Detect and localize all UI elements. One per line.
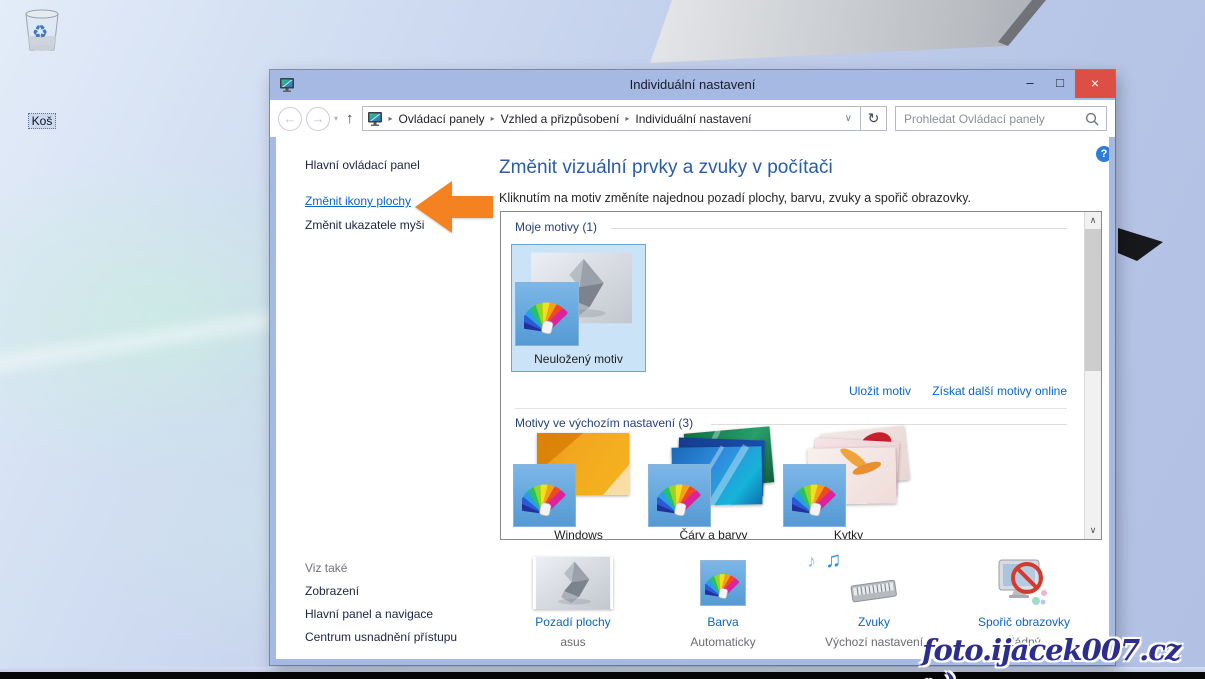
minimize-button[interactable]: – [1015, 70, 1045, 98]
recent-pages-caret-icon[interactable]: ▾ [334, 114, 338, 123]
theme-color-icon [515, 282, 579, 346]
group-divider [711, 424, 1067, 425]
sounds-label: Zvuky [799, 615, 949, 629]
search-icon [1085, 112, 1099, 126]
color-icon [700, 560, 746, 606]
back-button[interactable]: ← [278, 107, 302, 131]
page-title: Změnit vizuální prvky a zvuky v počítači [499, 157, 833, 179]
search-input[interactable] [896, 112, 1078, 126]
scrollbar[interactable]: ∧ ∨ [1084, 212, 1101, 539]
theme-tile-windows[interactable]: Windows [511, 430, 646, 540]
theme-tile-unsaved[interactable]: Neuložený motiv [511, 244, 646, 372]
wallpaper-laptop-edge [0, 0, 1205, 70]
close-button[interactable]: × [1075, 70, 1115, 98]
color-item[interactable]: Barva Automaticky [648, 555, 798, 649]
desktop-background-label: Pozadí plochy [498, 615, 648, 629]
theme-tile-label: Neuložený motiv [512, 352, 645, 366]
themes-panel: Moje motivy (1) Neuložený motiv Uložit m… [500, 211, 1102, 540]
personalization-window: Individuální nastavení – □ × ← → ▾ ↑ ▸ O… [270, 70, 1115, 665]
window-content: ? Hlavní ovládací panel Změnit ikony plo… [276, 137, 1109, 659]
address-bar[interactable]: ▸ Ovládací panely ▸ Vzhled a přizpůsoben… [362, 106, 861, 131]
photo-watermark: foto.ijacek007.cz :-) [922, 633, 1205, 679]
music-note-icon: ♫ [825, 547, 842, 573]
theme-tile-label: Windows [511, 528, 646, 540]
address-dropdown-icon[interactable]: ∨ [841, 113, 856, 124]
recycle-symbol-icon: ♻ [32, 22, 48, 43]
address-toolbar: ← → ▾ ↑ ▸ Ovládací panely ▸ Vzhled a při… [270, 100, 1115, 137]
desktop-background-value: asus [498, 635, 648, 649]
theme-color-icon [513, 464, 576, 527]
sidebar-item-control-panel-home[interactable]: Hlavní ovládací panel [305, 158, 420, 172]
forward-button[interactable]: → [306, 107, 330, 131]
window-title: Individuální nastavení [270, 70, 1115, 100]
theme-color-icon [648, 464, 711, 527]
theme-color-icon [783, 464, 846, 527]
section-divider [515, 408, 1067, 409]
annotation-arrow-icon [415, 181, 493, 233]
color-label: Barva [648, 615, 798, 629]
desktop-background-item[interactable]: Pozadí plochy asus [498, 555, 648, 649]
refresh-button[interactable]: ↻ [861, 106, 887, 131]
sidebar-item-change-mouse-pointers[interactable]: Změnit ukazatele myši [305, 218, 424, 232]
sidebar-item-taskbar-navigation[interactable]: Hlavní panel a navigace [305, 607, 433, 621]
breadcrumb-personalization[interactable]: Individuální nastavení [635, 112, 751, 126]
scroll-up-icon[interactable]: ∧ [1085, 212, 1101, 229]
sidebar-item-display[interactable]: Zobrazení [305, 584, 359, 598]
theme-tile-lines-colors[interactable]: Čáry a barvy [646, 430, 781, 540]
my-themes-header: Moje motivy (1) [515, 220, 605, 234]
see-also-header: Viz také [305, 561, 347, 575]
up-button[interactable]: ↑ [346, 110, 354, 127]
music-note-icon: ♪ [807, 551, 816, 572]
save-theme-link[interactable]: Uložit motiv [849, 384, 911, 398]
group-divider [611, 228, 1067, 229]
recycle-bin-label: Koš [28, 113, 57, 129]
screensaver-icon [996, 555, 1052, 611]
color-value: Automaticky [648, 635, 798, 649]
maximize-button[interactable]: □ [1045, 70, 1075, 98]
scrollbar-thumb[interactable] [1085, 229, 1101, 371]
crumb-separator-icon: ▸ [485, 114, 501, 123]
theme-tile-label: Čáry a barvy [646, 528, 781, 540]
sounds-icon [844, 555, 904, 611]
sidebar-item-ease-of-access[interactable]: Centrum usnadnění přístupu [305, 630, 457, 644]
crumb-separator-icon: ▸ [619, 114, 635, 123]
sidebar-item-change-desktop-icons[interactable]: Změnit ikony plochy [305, 194, 411, 208]
desktop-background-icon [533, 557, 613, 609]
crumb-separator-icon: ▸ [383, 114, 399, 123]
page-description: Kliknutím na motiv změníte najednou poza… [499, 191, 971, 205]
titlebar[interactable]: Individuální nastavení – □ × [270, 70, 1115, 100]
theme-tile-flowers[interactable]: Kytky [781, 430, 916, 540]
get-more-themes-link[interactable]: Získat další motivy online [932, 384, 1067, 398]
theme-tile-label: Kytky [781, 528, 916, 540]
breadcrumb-control-panel[interactable]: Ovládací panely [399, 112, 485, 126]
address-location-icon [367, 111, 383, 127]
recycle-bin[interactable]: ♻ Koš [14, 6, 70, 130]
help-icon[interactable]: ? [1096, 146, 1109, 162]
desktop: ♻ Koš Individuální nastavení – □ × ← → ▾… [0, 0, 1205, 679]
breadcrumb-appearance[interactable]: Vzhled a přizpůsobení [501, 112, 620, 126]
scroll-down-icon[interactable]: ∨ [1085, 522, 1101, 539]
default-themes-header: Motivy ve výchozím nastavení (3) [515, 416, 701, 430]
screensaver-label: Spořič obrazovky [949, 615, 1099, 629]
search-box [895, 106, 1107, 131]
